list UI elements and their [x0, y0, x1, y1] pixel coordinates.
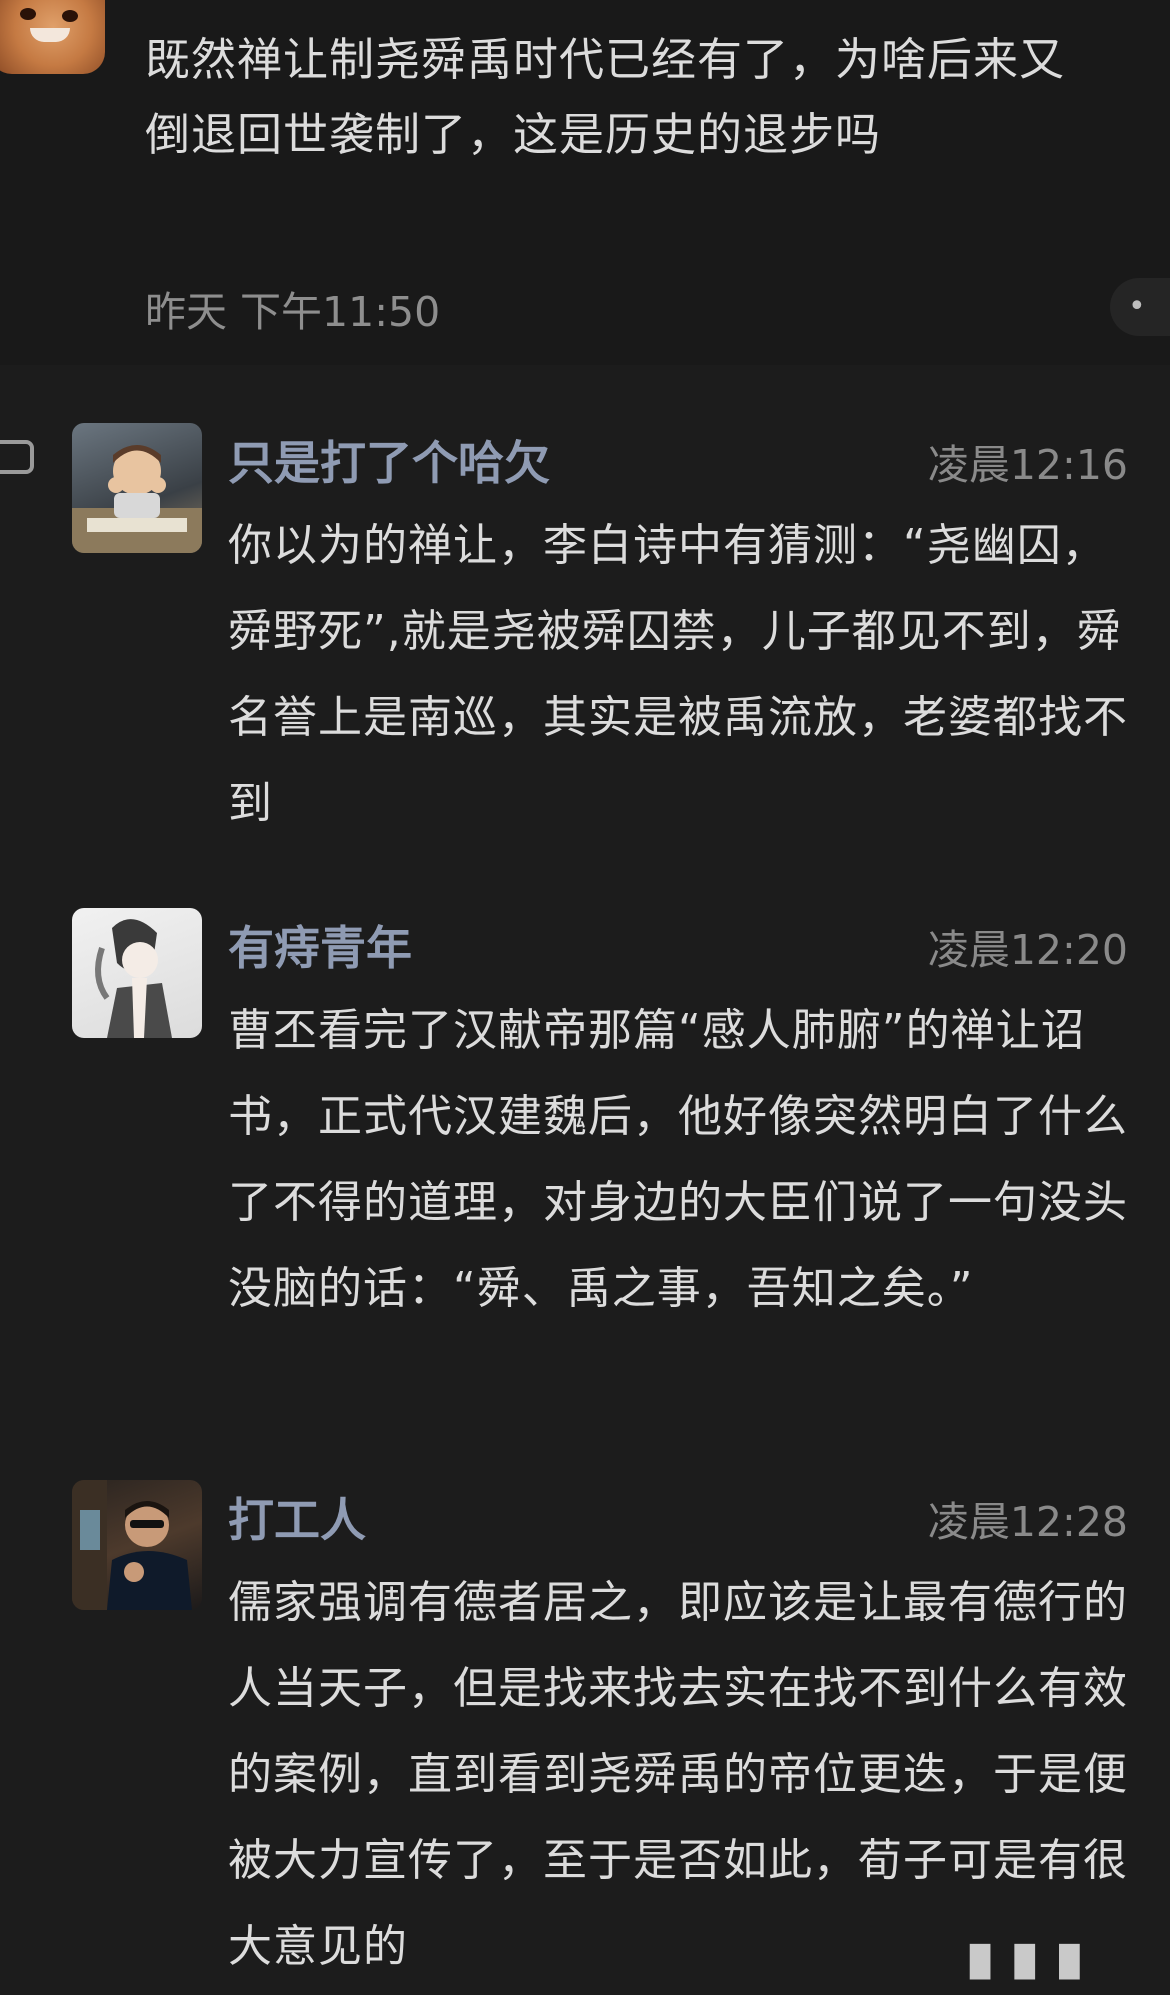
post-text: 既然禅让制尧舜禹时代已经有了，为啥后来又倒退回世袭制了，这是历史的退步吗 — [145, 33, 1066, 161]
comment-timestamp: 凌晨12:28 — [927, 1498, 1128, 1546]
original-post: 既然禅让制尧舜禹时代已经有了，为啥后来又倒退回世袭制了，这是历史的退步吗 昨天 … — [0, 0, 1170, 365]
commenter-name[interactable]: 只是打了个哈欠 — [228, 427, 550, 493]
post-author-avatar[interactable] — [0, 0, 105, 74]
comment-icon[interactable] — [0, 440, 34, 474]
more-dots-icon: • — [1128, 289, 1146, 324]
comment-text: 儒家强调有德者居之，即应该是让最有德行的人当天子，但是找来找去实在找不到什么有效… — [228, 1577, 1128, 1972]
commenter-avatar[interactable] — [72, 1480, 202, 1610]
screen: 既然禅让制尧舜禹时代已经有了，为啥后来又倒退回世袭制了，这是历史的退步吗 昨天 … — [0, 0, 1170, 1995]
post-timestamp: 昨天 下午11:50 — [145, 288, 441, 336]
commenter-avatar[interactable] — [72, 908, 202, 1038]
comment-text: 你以为的禅让，李白诗中有猜测：“尧幽囚，舜野死”,就是尧被舜囚禁，儿子都见不到，… — [228, 520, 1128, 829]
commenter-name[interactable]: 打工人 — [228, 1484, 366, 1550]
comment-timestamp: 凌晨12:16 — [927, 441, 1128, 489]
watermark: ▉ ▉ ▉ — [970, 1945, 1089, 1980]
commenter-name[interactable]: 有痔青年 — [228, 912, 412, 978]
commenter-avatar[interactable] — [72, 423, 202, 553]
comment-text: 曹丕看完了汉献帝那篇“感人肺腑”的禅让诏书，正式代汉建魏后，他好像突然明白了什么… — [228, 1005, 1128, 1314]
comment-timestamp: 凌晨12:20 — [927, 926, 1128, 974]
more-button[interactable]: • — [1110, 278, 1170, 336]
